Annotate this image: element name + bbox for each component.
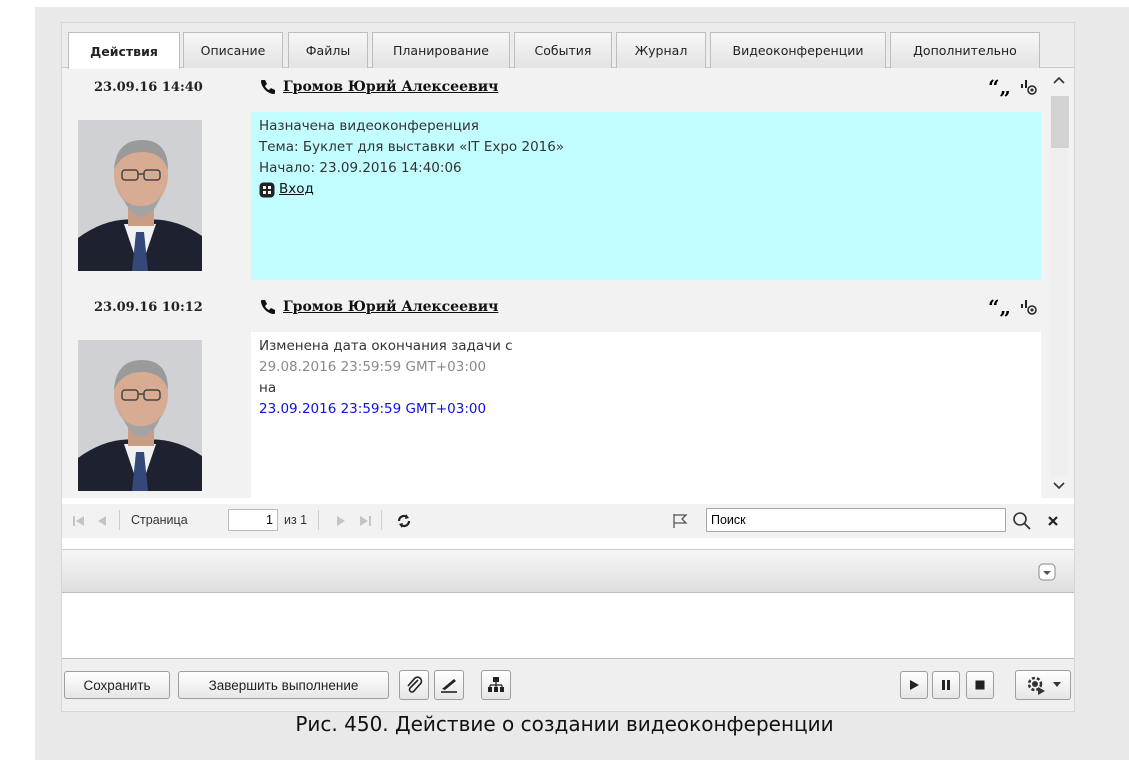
refresh-icon[interactable] <box>395 512 413 530</box>
complete-button[interactable]: Завершить выполнение <box>178 671 389 699</box>
entry-date: 23.09.16 10:12 <box>94 300 203 315</box>
author-link[interactable]: Громов Юрий Алексеевич <box>283 299 498 315</box>
scroll-up-icon[interactable] <box>1053 76 1065 84</box>
tab-description[interactable]: Описание <box>183 32 283 68</box>
gear-play-icon <box>1027 676 1045 695</box>
search-input[interactable] <box>706 508 1006 532</box>
tab-events[interactable]: События <box>514 32 612 68</box>
read-status-icon[interactable] <box>1019 78 1039 96</box>
signature-icon <box>441 679 457 693</box>
stop-icon <box>975 680 985 690</box>
tab-additional[interactable]: Дополнительно <box>890 32 1040 68</box>
paperclip-icon <box>407 676 423 693</box>
author-photo <box>78 120 202 271</box>
chevron-down-icon <box>1053 682 1061 687</box>
tab-actions[interactable]: Действия <box>68 32 180 69</box>
flag-icon[interactable] <box>671 512 689 530</box>
tab-videoconferences[interactable]: Видеоконференции <box>710 32 886 68</box>
page-number-input[interactable] <box>228 509 278 531</box>
page-count: из 1 <box>284 513 308 527</box>
scroll-down-icon[interactable] <box>1053 482 1065 490</box>
play-icon <box>910 680 919 690</box>
entry-message: Назначена видеоконференция Тема: Буклет … <box>251 112 1041 280</box>
feed-scrollbar[interactable] <box>1048 68 1074 498</box>
author-link[interactable]: Громов Юрий Алексеевич <box>283 79 498 95</box>
message-line: Начало: 23.09.2016 14:40:06 <box>259 160 462 176</box>
grid-body <box>62 593 1074 659</box>
pause-icon <box>942 680 950 690</box>
actions-feed: 23.09.16 14:40 Громов Юрий Алексеевич “„ <box>62 68 1074 498</box>
clear-search-icon[interactable] <box>1047 515 1059 527</box>
tab-planning[interactable]: Планирование <box>372 32 510 68</box>
new-value: 23.09.2016 23:59:59 GMT+03:00 <box>259 401 487 417</box>
conference-icon <box>259 182 275 197</box>
attach-button[interactable] <box>399 670 429 700</box>
quote-icon[interactable]: “„ <box>988 297 1011 317</box>
hierarchy-icon <box>488 677 504 692</box>
sign-button[interactable] <box>434 670 464 700</box>
quote-icon[interactable]: “„ <box>988 77 1011 97</box>
phone-icon <box>261 300 275 314</box>
old-value: 29.08.2016 23:59:59 GMT+03:00 <box>259 359 487 375</box>
collapse-toggle-icon[interactable] <box>1038 563 1056 581</box>
tab-journal[interactable]: Журнал <box>616 32 706 68</box>
pager: Страница из 1 <box>62 504 1074 538</box>
join-conference-link[interactable]: Вход <box>279 179 314 200</box>
action-entry: 23.09.16 10:12 Громов Юрий Алексеевич “„ <box>62 286 1047 498</box>
tab-bar: Действия Описание Файлы Планирование Соб… <box>62 23 1074 69</box>
message-line: Изменена дата окончания задачи с <box>259 338 513 354</box>
message-line: на <box>259 380 277 396</box>
play-button[interactable] <box>900 671 928 699</box>
separator <box>119 510 120 530</box>
scroll-track[interactable] <box>1050 96 1069 476</box>
entry-message: Изменена дата окончания задачи с 29.08.2… <box>251 332 1041 498</box>
prev-page-icon[interactable] <box>96 514 108 528</box>
first-page-icon[interactable] <box>72 514 86 528</box>
separator <box>318 510 319 530</box>
hierarchy-button[interactable] <box>481 670 511 700</box>
page-label: Страница <box>131 513 188 527</box>
search-icon[interactable] <box>1012 511 1032 531</box>
author-photo <box>78 340 202 491</box>
pause-button[interactable] <box>932 671 960 699</box>
action-entry: 23.09.16 14:40 Громов Юрий Алексеевич “„ <box>62 68 1047 286</box>
stop-button[interactable] <box>966 671 994 699</box>
last-page-icon[interactable] <box>358 514 372 528</box>
separator <box>381 510 382 530</box>
task-card-panel: Действия Описание Файлы Планирование Соб… <box>61 22 1075 712</box>
phone-icon <box>261 80 275 94</box>
next-page-icon[interactable] <box>335 514 347 528</box>
save-button[interactable]: Сохранить <box>64 671 170 699</box>
figure-caption: Рис. 450. Действие о создании видеоконфе… <box>295 712 834 736</box>
message-line: Назначена видеоконференция <box>259 118 479 134</box>
scroll-thumb[interactable] <box>1051 96 1069 148</box>
entry-date: 23.09.16 14:40 <box>94 80 203 95</box>
settings-dropdown-button[interactable] <box>1015 670 1071 700</box>
tab-files[interactable]: Файлы <box>288 32 368 68</box>
grid-header <box>62 549 1074 593</box>
message-line: Тема: Буклет для выставки «IT Expo 2016» <box>259 139 565 155</box>
read-status-icon[interactable] <box>1019 298 1039 316</box>
bottom-toolbar: Сохранить Завершить выполнение <box>62 659 1074 711</box>
